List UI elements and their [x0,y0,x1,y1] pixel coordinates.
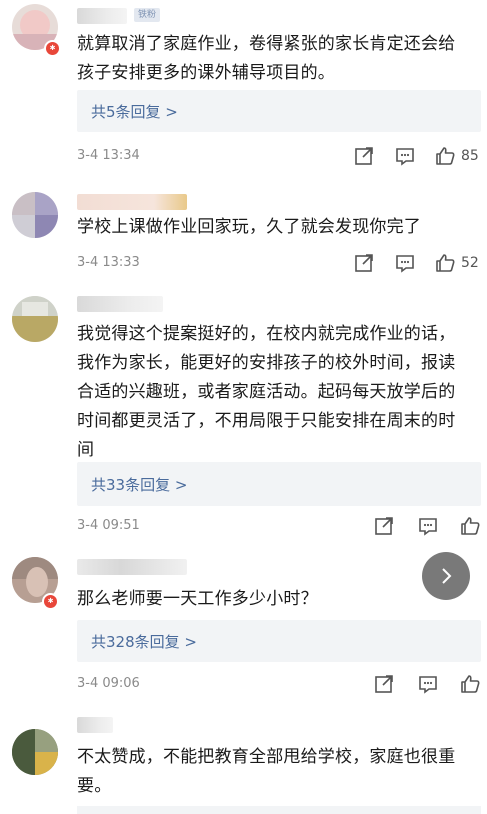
like-count: 85 [461,148,479,164]
comment-item: 学校上课做作业回家玩，久了就会发现你完了 3-4 13:33 52 [0,180,487,290]
vip-badge-icon: ✱ [44,40,61,57]
comment-icon[interactable] [417,515,439,537]
thumbs-up-icon[interactable] [434,252,456,274]
chevron-right-icon [442,568,452,584]
timestamp: 3-4 13:34 [77,148,140,163]
comment-item: 不太赞成，不能把教育全部甩给学校，家庭也很重要。 [0,705,487,814]
comment-meta: 3-4 13:34 85 [77,145,481,167]
comment-text: 那么老师要一天工作多少小时？ [77,589,318,609]
view-replies-button[interactable]: 共5条回复 > [77,90,481,132]
share-icon[interactable] [373,515,395,537]
comment-meta: 3-4 09:51 [77,515,481,537]
share-icon[interactable] [353,145,375,167]
comment-text: 不太赞成，不能把教育全部甩给学校，家庭也很重要。 [77,747,456,796]
comment-item: ✱ 铁粉 就算取消了家庭作业，卷得紧张的家长肯定还会给孩子安排更多的课外辅导项目… [0,0,487,180]
timestamp: 3-4 13:33 [77,255,140,270]
avatar[interactable] [12,192,58,238]
timestamp: 3-4 09:51 [77,518,140,533]
view-replies-button[interactable]: 共33条回复 > [77,462,481,506]
comment-item: ✱ 那么老师要一天工作多少小时？ 共328条回复 > 3-4 09:06 [0,545,487,705]
username[interactable] [77,194,187,210]
username[interactable] [77,717,113,733]
timestamp: 3-4 09:06 [77,676,140,691]
comment-icon[interactable] [394,252,416,274]
thumbs-up-icon[interactable] [434,145,456,167]
comment-text: 我觉得这个提案挺好的，在校内就完成作业的话，我作为家长，能更好的安排孩子的校外时… [77,324,456,460]
like-count: 52 [461,255,479,271]
username[interactable] [77,296,163,312]
view-replies-button[interactable]: 共328条回复 > [77,620,481,662]
comment-text: 就算取消了家庭作业，卷得紧张的家长肯定还会给孩子安排更多的课外辅导项目的。 [77,34,456,83]
avatar[interactable] [12,729,58,775]
next-reply-box-edge [77,806,481,814]
comment-icon[interactable] [417,673,439,695]
next-button[interactable] [422,552,470,600]
thumbs-up-icon[interactable] [459,673,481,695]
comment-text: 学校上课做作业回家玩，久了就会发现你完了 [77,217,421,237]
share-icon[interactable] [373,673,395,695]
comment-meta: 3-4 13:33 52 [77,252,481,274]
comment-icon[interactable] [394,145,416,167]
username[interactable] [77,559,187,575]
username[interactable] [77,8,127,24]
comment-meta: 3-4 09:06 [77,673,481,695]
comment-item: 我觉得这个提案挺好的，在校内就完成作业的话，我作为家长，能更好的安排孩子的校外时… [0,290,487,545]
fan-badge: 铁粉 [134,8,160,22]
thumbs-up-icon[interactable] [459,515,481,537]
vip-badge-icon: ✱ [42,593,59,610]
share-icon[interactable] [353,252,375,274]
avatar[interactable] [12,296,58,342]
